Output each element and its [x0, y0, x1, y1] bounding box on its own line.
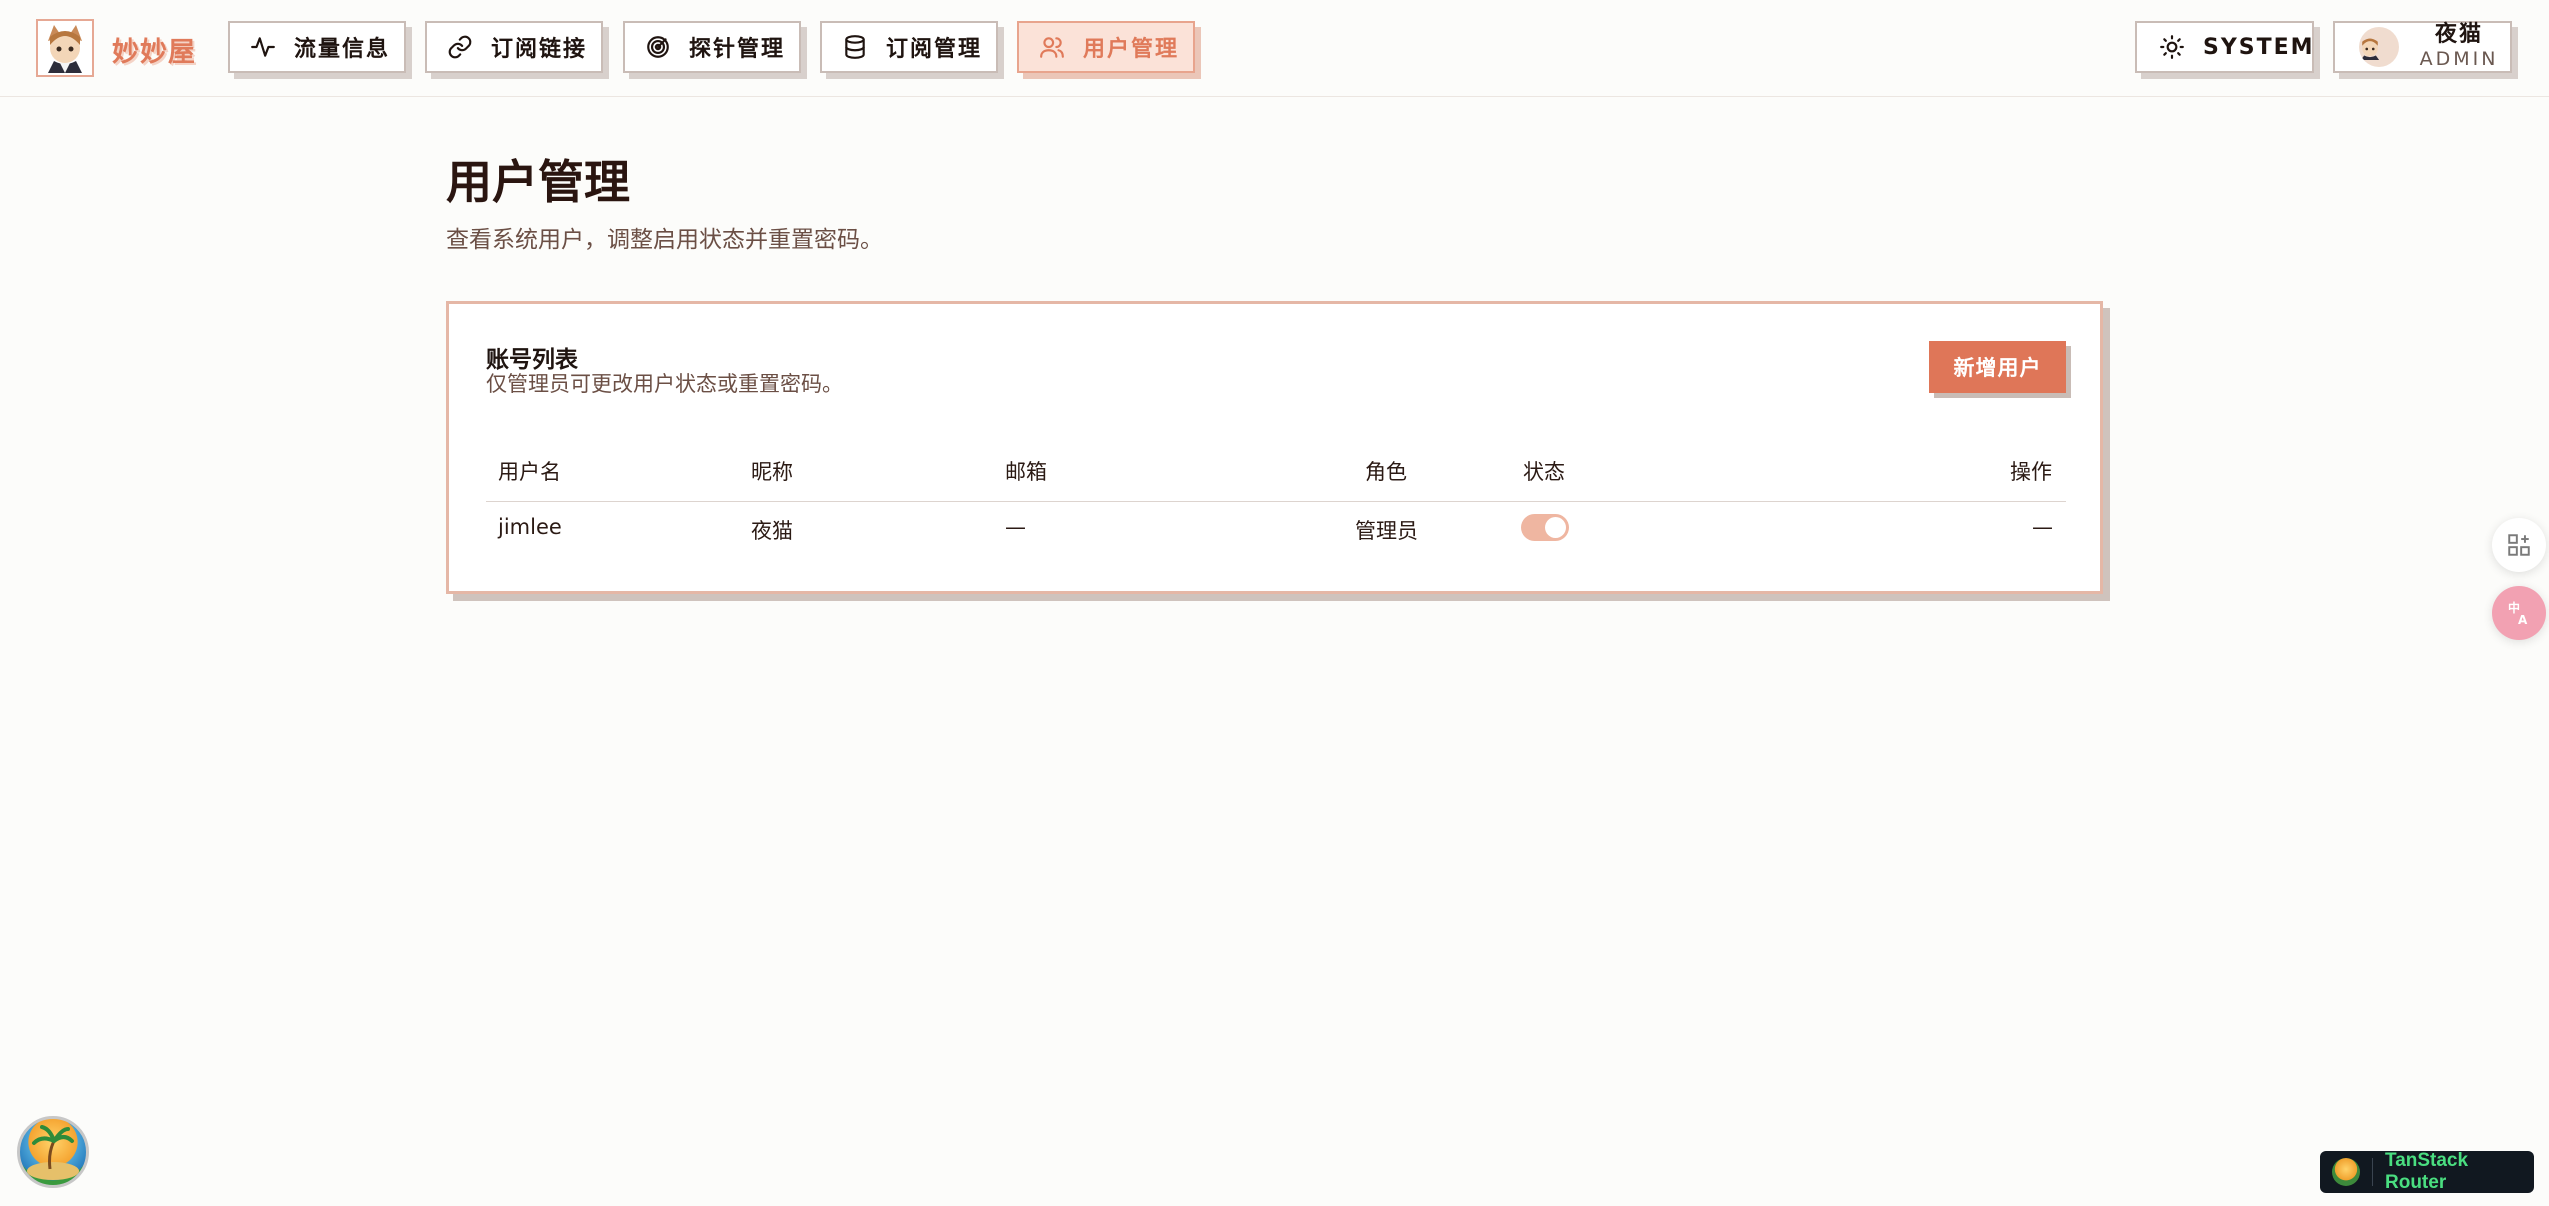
app-brand-name[interactable]: 妙妙屋 — [112, 30, 196, 69]
cell-nickname: 夜猫 — [751, 519, 793, 543]
nav-tab-subscription-links[interactable]: 订阅链接 — [425, 21, 603, 73]
toggle-knob — [1545, 517, 1566, 538]
avatar — [2359, 27, 2399, 67]
nav-tab-label: 订阅管理 — [886, 37, 983, 62]
page-title: 用户管理 — [446, 155, 630, 209]
table-divider — [486, 501, 2066, 502]
cell-username: jimlee — [498, 515, 562, 539]
column-header-status: 状态 — [1523, 460, 1565, 484]
accounts-card: 账号列表 仅管理员可更改用户状态或重置密码。 新增用户 用户名 昵称 邮箱 角色… — [446, 301, 2103, 594]
column-header-actions: 操作 — [2010, 460, 2052, 484]
column-header-email: 邮箱 — [1005, 460, 1047, 484]
nav-tab-label: 用户管理 — [1083, 37, 1180, 62]
cat-avatar-icon — [48, 25, 82, 73]
user-name: 夜猫 — [2434, 22, 2483, 47]
theme-label: SYSTEM — [2203, 34, 2315, 60]
status-toggle[interactable] — [1521, 514, 1569, 541]
nav-tab-users[interactable]: 用户管理 — [1017, 21, 1195, 73]
cell-actions: — — [2032, 515, 2053, 539]
users-icon — [1040, 37, 1064, 58]
nav-tab-probes[interactable]: 探针管理 — [623, 21, 801, 73]
nav-tab-traffic[interactable]: 流量信息 — [228, 21, 406, 73]
column-header-role: 角色 — [1365, 460, 1407, 484]
badge-label: TanStack Router — [2385, 1150, 2469, 1193]
sun-icon — [2160, 35, 2184, 59]
translate-button[interactable]: 中 A — [2492, 586, 2546, 640]
nav-tab-subscriptions[interactable]: 订阅管理 — [820, 21, 998, 73]
palm-island-icon — [27, 1125, 79, 1180]
add-user-button[interactable]: 新增用户 — [1929, 341, 2066, 393]
grid-plus-icon — [2508, 534, 2530, 556]
database-icon — [845, 35, 865, 59]
tanstack-router-devtools-badge[interactable]: TanStack Router — [2320, 1150, 2534, 1193]
translate-icon: 中 A — [2508, 600, 2528, 627]
page-subtitle: 查看系统用户，调整启用状态并重置密码。 — [446, 227, 883, 253]
svg-text:A: A — [2518, 613, 2528, 627]
activity-icon — [251, 37, 275, 57]
nav-tab-label: 流量信息 — [294, 37, 391, 62]
card-subtitle: 仅管理员可更改用户状态或重置密码。 — [486, 372, 843, 396]
theme-toggle-button[interactable]: SYSTEM — [2135, 21, 2314, 73]
app-logo[interactable] — [36, 19, 94, 77]
nav-tab-label: 探针管理 — [689, 37, 786, 62]
cell-email: — — [1005, 515, 1026, 539]
link-icon — [448, 35, 472, 59]
app-grid-button[interactable] — [2492, 518, 2546, 572]
top-header: 妙妙屋 流量信息 订阅链接 探针管理 订阅管理 用户管理 SYSTEM 夜猫 A… — [0, 0, 2549, 97]
devtools-open-icon[interactable] — [17, 1116, 89, 1188]
column-header-nickname: 昵称 — [751, 460, 793, 484]
nav-tab-label: 订阅链接 — [491, 37, 588, 62]
user-role: ADMIN — [2419, 48, 2499, 70]
tanstack-logo-icon — [2332, 1158, 2360, 1186]
cat-avatar-icon — [2360, 38, 2380, 60]
user-menu-button[interactable]: 夜猫 ADMIN — [2333, 21, 2512, 73]
radar-icon — [647, 36, 669, 58]
column-header-username: 用户名 — [498, 460, 561, 484]
cell-role: 管理员 — [1355, 519, 1418, 543]
badge-divider — [2372, 1158, 2373, 1186]
